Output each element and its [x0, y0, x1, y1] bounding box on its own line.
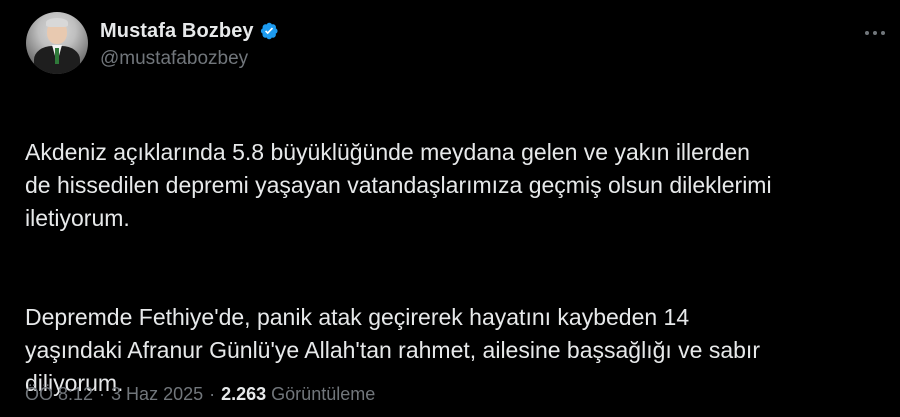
views-count[interactable]: 2.263: [221, 384, 266, 405]
meta-separator: ·: [209, 384, 216, 404]
more-dot: [865, 31, 869, 35]
meta-separator: ·: [99, 384, 106, 404]
author-identity: Mustafa Bozbey @mustafabozbey: [100, 18, 279, 70]
tweet-text: Akdeniz açıklarında 5.8 büyüklüğünde mey…: [25, 103, 885, 417]
more-dot: [873, 31, 877, 35]
verified-badge-icon[interactable]: [259, 21, 279, 41]
avatar[interactable]: [26, 12, 88, 74]
views-label: Görüntüleme: [271, 384, 376, 404]
tweet-card: Mustafa Bozbey @mustafabozbey Akdeniz aç…: [0, 0, 900, 417]
author-display-name[interactable]: Mustafa Bozbey: [100, 20, 254, 43]
tweet-metadata: ÖÖ 8:12 · 3 Haz 2025 · 2.263 Görüntüleme: [25, 384, 375, 405]
avatar-hair-shape: [46, 18, 68, 27]
more-options-icon[interactable]: [858, 22, 892, 44]
tweet-paragraph: Akdeniz açıklarında 5.8 büyüklüğünde mey…: [25, 139, 772, 231]
avatar-tie-shape: [55, 48, 59, 64]
tweet-header: Mustafa Bozbey @mustafabozbey: [26, 12, 279, 76]
tweet-time[interactable]: ÖÖ 8:12: [25, 384, 93, 405]
tweet-date[interactable]: 3 Haz 2025: [111, 384, 203, 405]
author-handle[interactable]: @mustafabozbey: [100, 48, 279, 70]
more-dot: [881, 31, 885, 35]
name-row: Mustafa Bozbey: [100, 18, 279, 44]
